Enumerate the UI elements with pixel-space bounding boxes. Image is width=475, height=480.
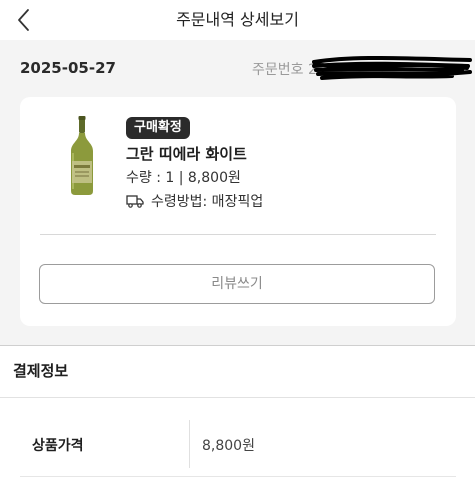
product-price-label: 상품가격: [32, 438, 84, 454]
wine-bottle-image: [71, 116, 93, 195]
order-date: 2025-05-27: [20, 59, 116, 77]
product-price-value: 8,800원: [202, 438, 255, 454]
write-review-button[interactable]: 리뷰쓰기: [39, 264, 435, 304]
section-divider: [0, 345, 475, 346]
order-number: 주문번호 2: [252, 62, 317, 78]
pickup-method-label: 수령방법: 매장픽업: [151, 194, 264, 210]
info-column-divider: [189, 420, 190, 468]
top-app-bar: 주문내역 상세보기: [0, 0, 475, 40]
section-divider: [0, 397, 475, 398]
quantity-price: 수량 : 1 | 8,800원: [126, 170, 241, 186]
page-title: 주문내역 상세보기: [176, 10, 299, 29]
status-badge: 구매확정: [126, 117, 190, 139]
order-item-card: 구매확정 그란 띠에라 화이트 수량 : 1 | 8,800원 수령방법: 매장…: [20, 97, 456, 326]
truck-icon: [126, 195, 144, 208]
payment-section-title: 결제정보: [13, 362, 69, 380]
product-name: 그란 띠에라 화이트: [126, 145, 247, 163]
card-divider: [40, 234, 436, 235]
info-row-divider: [20, 476, 456, 477]
pickup-method: 수령방법: 매장픽업: [126, 191, 263, 211]
redaction-scribble: [312, 56, 472, 80]
